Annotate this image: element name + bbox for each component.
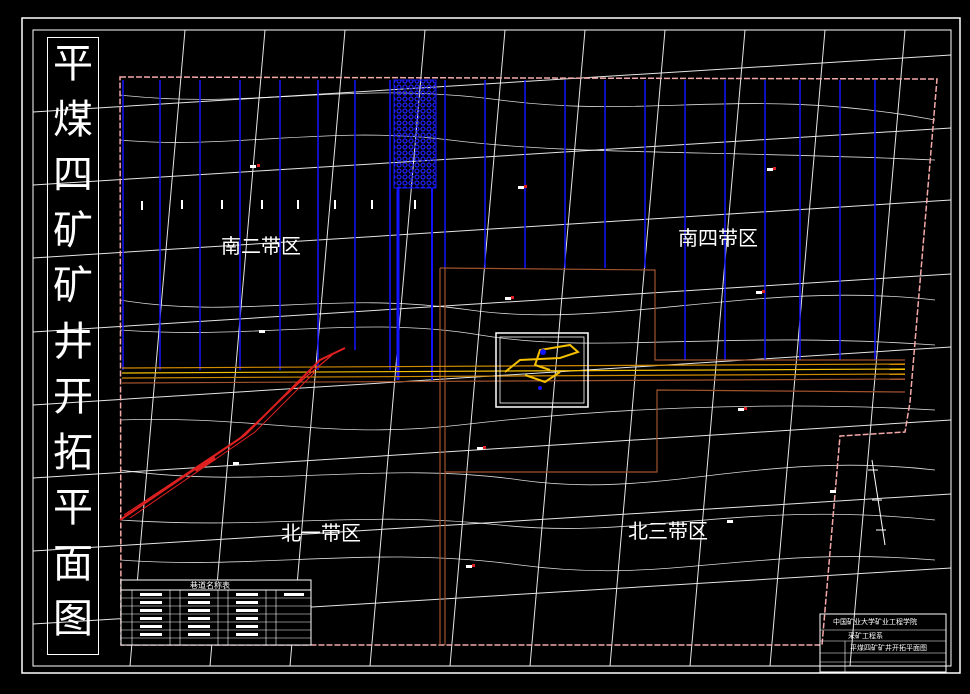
vertical-title-char: 拓 — [53, 429, 93, 476]
mine-boundary — [119, 76, 938, 646]
outer-frame — [21, 17, 961, 674]
vertical-title-char: 矿 — [53, 263, 93, 309]
zone-label-north-one: 北一带区 — [281, 521, 361, 545]
vertical-title-char: 图 — [53, 596, 93, 642]
vertical-title-char: 矿 — [53, 207, 93, 254]
brown-roadways — [439, 267, 906, 645]
vertical-title-char: 平 — [53, 41, 93, 87]
survey-line-right — [868, 459, 886, 546]
working-face-lines — [122, 80, 876, 370]
inner-frame — [32, 29, 952, 667]
title-block-department: 采矿工程系 — [848, 632, 883, 640]
inclined-roadway — [119, 347, 346, 521]
coordinate-grid — [32, 29, 952, 667]
shaft-pillar — [393, 79, 437, 189]
vertical-title-char: 平 — [53, 485, 93, 531]
legend-table-title: 巷道名称表 — [190, 581, 230, 590]
main-haulage-roadway — [121, 363, 906, 384]
vertical-title-char: 井 — [53, 318, 93, 365]
title-block-school: 中国矿业大学矿业工程学院 — [833, 618, 917, 626]
vertical-title-char: 面 — [53, 540, 93, 587]
zone-label-north-three: 北三带区 — [628, 519, 708, 543]
shaft-bottom-frame — [495, 332, 589, 408]
zone-label-south-two: 南二带区 — [221, 234, 301, 258]
zone-label-south-four: 南四带区 — [678, 226, 758, 250]
shaft-icon-2 — [538, 386, 542, 390]
mine-plan-drawing — [21, 17, 961, 674]
contour-lines — [119, 92, 936, 572]
shaft-icon — [540, 349, 546, 355]
title-block-drawing-name: 平煤四矿矿井开拓平面图 — [850, 644, 927, 652]
tick-markers — [141, 200, 416, 210]
vertical-title-char: 开 — [53, 374, 93, 420]
vertical-title-char: 煤 — [53, 96, 93, 143]
vertical-title-char: 四 — [53, 152, 93, 198]
